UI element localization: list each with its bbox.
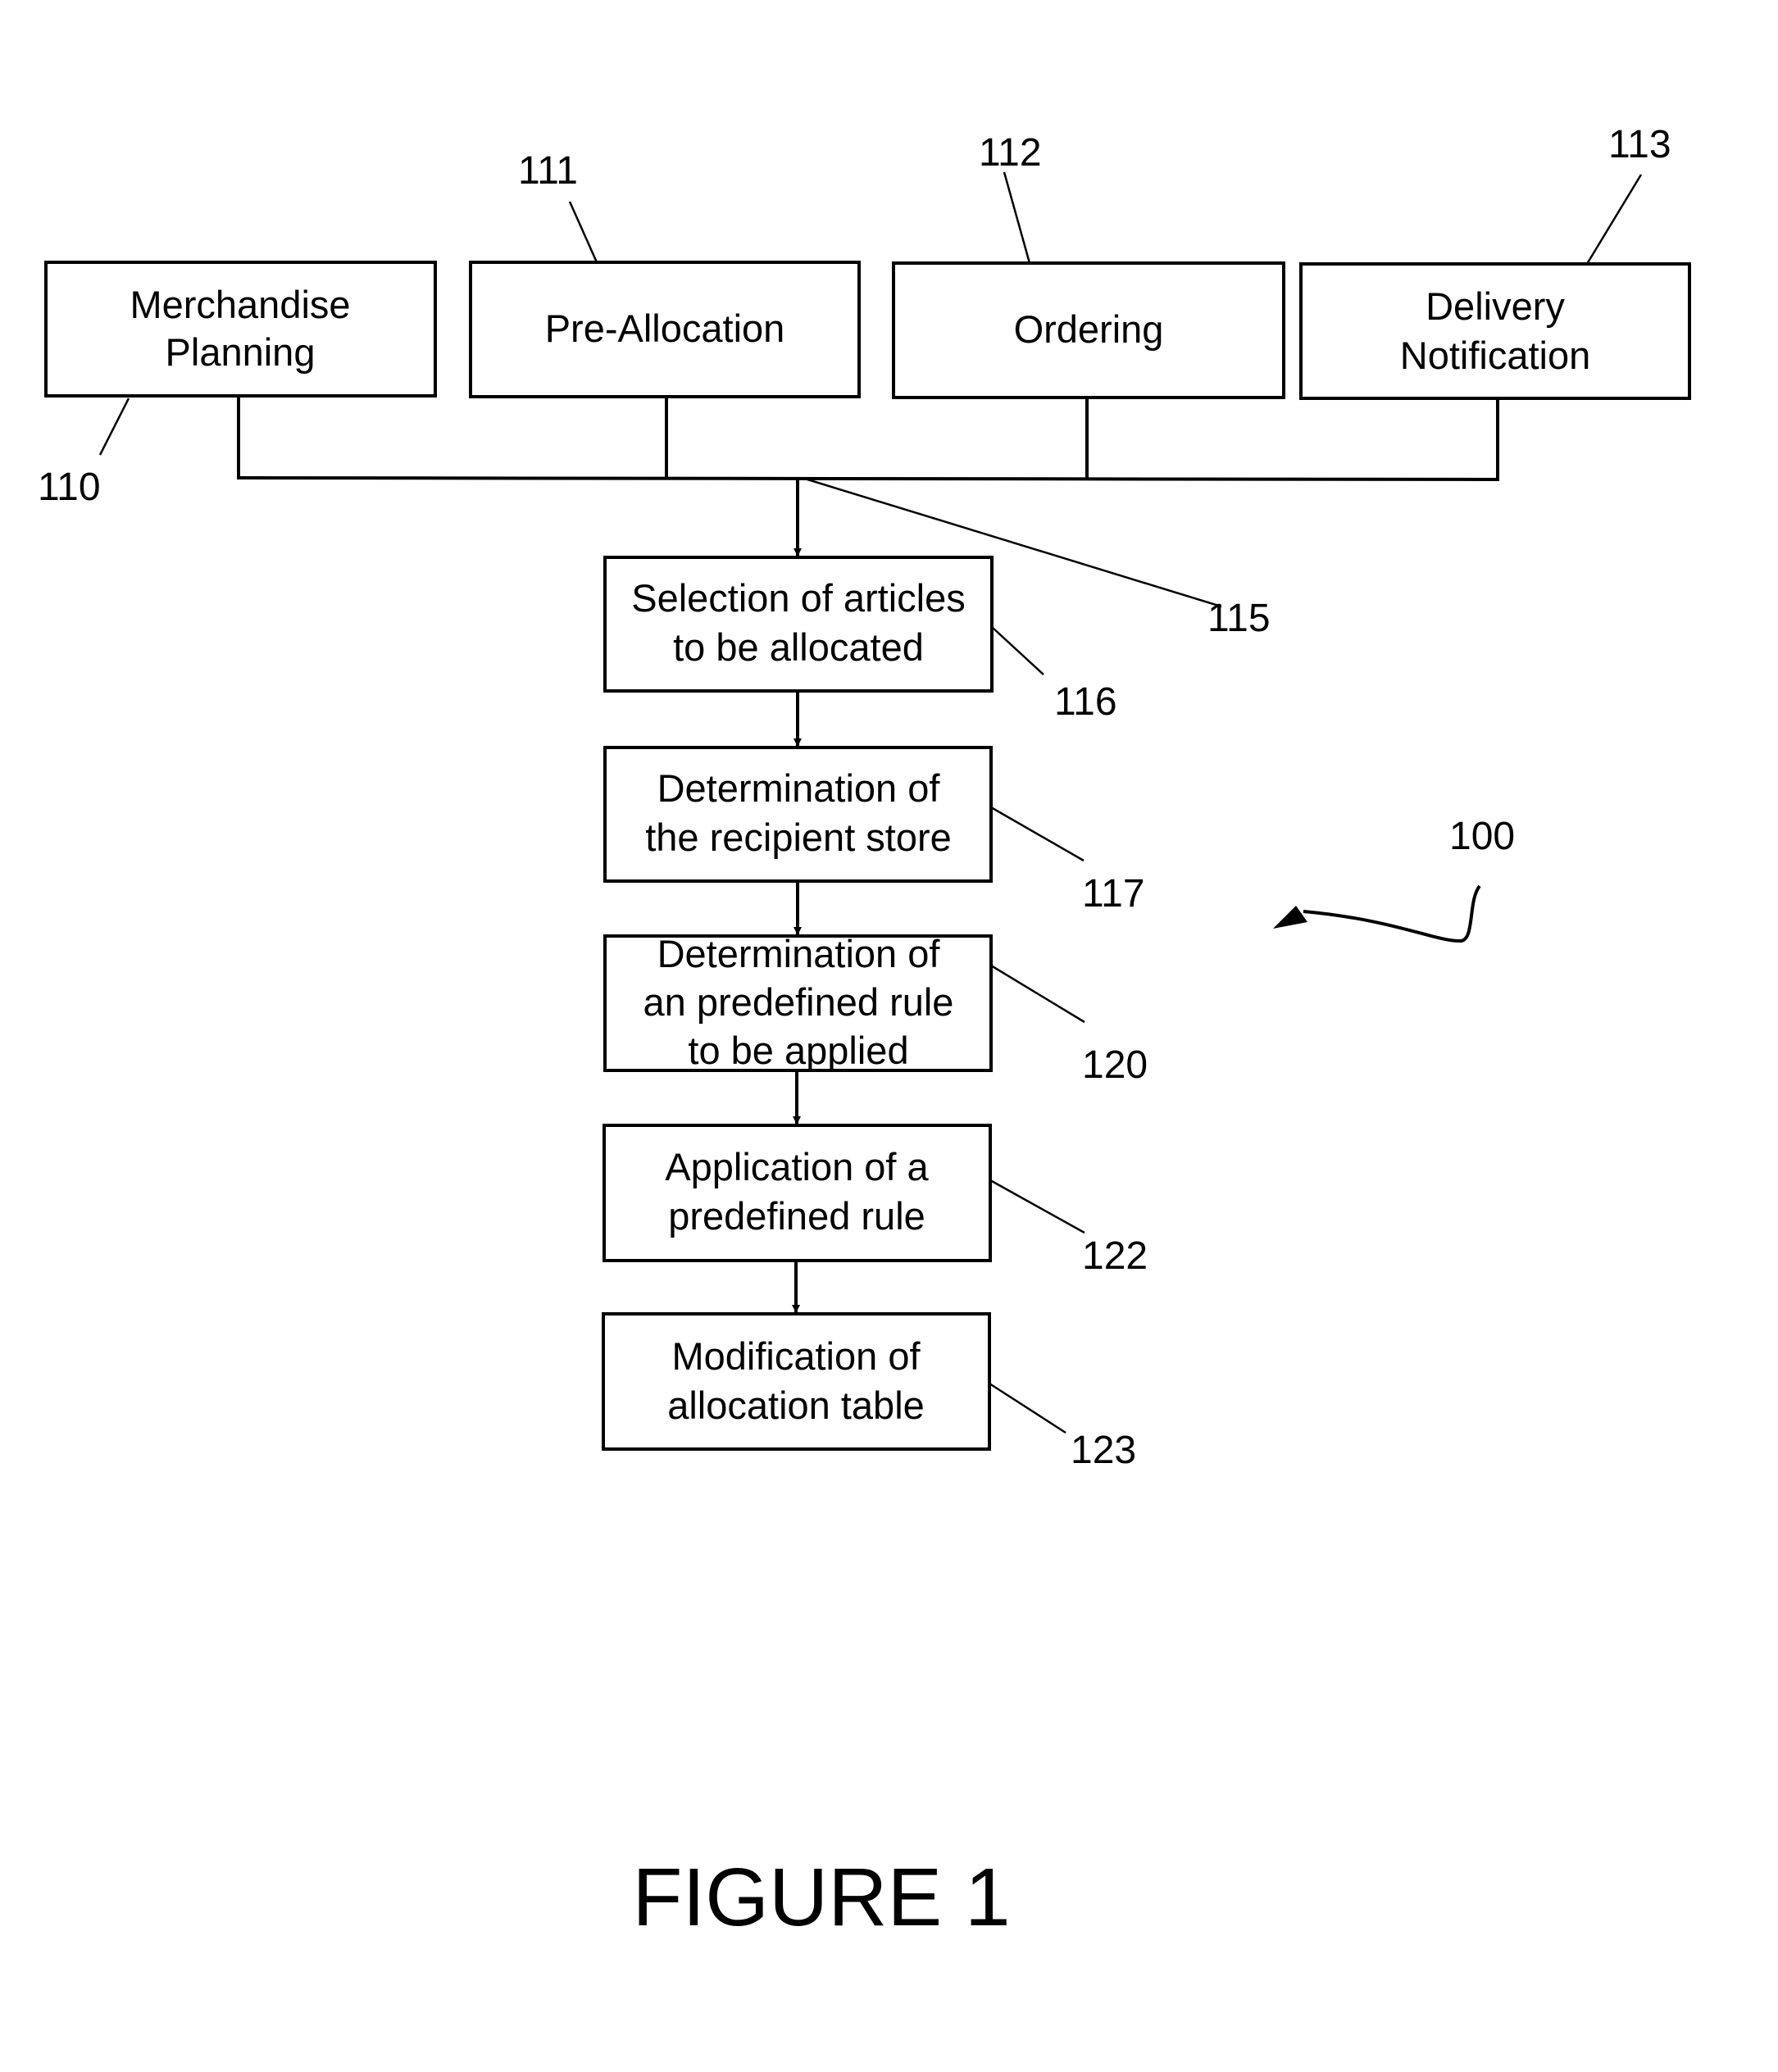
flow-step-application-predefined-rule: Application of a predefined rule	[603, 1124, 992, 1262]
top-box-merchandise-planning: Merchandise Planning	[44, 261, 437, 398]
top-box-pre-allocation: Pre-Allocation	[469, 261, 861, 398]
ref-number: 120	[1082, 1043, 1148, 1087]
leader-line	[991, 626, 1044, 675]
ref-111: 111	[518, 149, 598, 263]
ref-117: 117	[990, 806, 1145, 916]
ref-116: 116	[991, 626, 1117, 724]
flow-step-determination-predefined-rule: Determination of an predefined rule to b…	[603, 932, 993, 1072]
ref-110: 110	[38, 398, 130, 509]
ref-123: 123	[989, 1382, 1136, 1472]
box-label-line: to be allocated	[673, 625, 924, 669]
ref-number: 123	[1071, 1429, 1136, 1472]
box-label-line: the recipient store	[645, 816, 952, 859]
ref-number: 115	[1207, 597, 1271, 640]
leader-line	[1585, 174, 1643, 265]
top-box-ordering: Ordering	[892, 261, 1285, 399]
ref-120: 120	[990, 964, 1148, 1087]
leader-line	[98, 398, 130, 456]
box-label-line: an predefined rule	[643, 980, 954, 1024]
flow-step-modification-allocation-table: Modification of allocation table	[602, 1312, 991, 1451]
ref-number: 116	[1054, 680, 1117, 724]
arrowhead-icon	[1273, 906, 1307, 929]
flowchart-diagram: Merchandise Planning Pre-Allocation Orde…	[38, 123, 1691, 1943]
bus-line	[236, 476, 1500, 481]
box-label-line: Application of a	[665, 1145, 929, 1188]
flow-step-selection-of-articles: Selection of articles to be allocated	[603, 556, 994, 693]
box-label-line: Delivery	[1426, 284, 1565, 328]
ref-122: 122	[989, 1179, 1148, 1278]
top-box-delivery-notification: Delivery Notification	[1299, 262, 1691, 400]
box-label-line: allocation table	[667, 1384, 925, 1427]
box-label-line: Pre-Allocation	[545, 307, 785, 350]
ref-number: 100	[1449, 815, 1515, 858]
box-label-line: Determination of	[657, 932, 941, 975]
ref-number: 112	[979, 131, 1042, 175]
box-label-line: Determination of	[657, 766, 941, 810]
ref-number: 113	[1608, 123, 1671, 166]
ref-number: 111	[518, 149, 578, 193]
box-label-line: Ordering	[1014, 307, 1164, 351]
leader-line	[989, 1382, 1066, 1434]
connector-bus	[236, 396, 1500, 481]
box-label-line: Notification	[1400, 334, 1591, 377]
box-label-line: Modification of	[671, 1334, 921, 1378]
ref-number: 122	[1082, 1234, 1148, 1278]
leader-line	[1003, 171, 1031, 264]
box-label-line: to be applied	[688, 1029, 908, 1072]
leader-line	[990, 806, 1085, 862]
figure-caption: FIGURE 1	[632, 1852, 1010, 1943]
ref-number: 117	[1082, 872, 1145, 916]
box-label-line: Planning	[166, 330, 316, 374]
box-label-line: Merchandise	[130, 283, 350, 326]
ref-number: 110	[38, 466, 101, 509]
box-label-line: predefined rule	[668, 1194, 925, 1238]
box-label-line: Selection of articles	[631, 576, 966, 620]
leader-line	[568, 201, 598, 263]
flow-step-determination-recipient-store: Determination of the recipient store	[603, 746, 993, 883]
leader-line	[990, 964, 1085, 1024]
curved-arrow-line	[1303, 884, 1481, 943]
ref-112: 112	[979, 131, 1042, 264]
ref-113: 113	[1585, 123, 1671, 265]
leader-line	[989, 1179, 1085, 1234]
ref-100: 100	[1273, 815, 1515, 943]
